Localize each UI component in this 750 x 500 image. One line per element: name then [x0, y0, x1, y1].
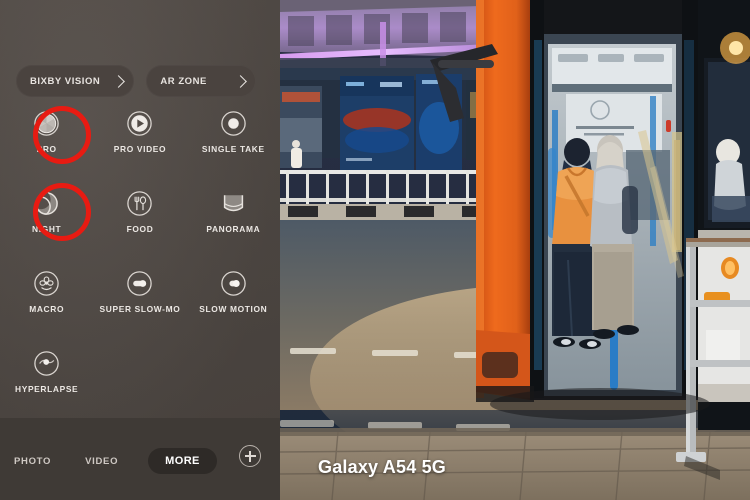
mode-panorama[interactable]: PANORAMA — [187, 190, 280, 248]
flower-circle-icon — [33, 270, 60, 297]
food-icon — [126, 190, 153, 217]
camera-modes-grid: PRO PRO VIDEO SINGLE TAKE NIGHT FOOD PAN… — [0, 110, 280, 408]
plus-icon[interactable] — [239, 445, 261, 467]
mode-night-label: NIGHT — [32, 224, 62, 234]
mode-food-label: FOOD — [126, 224, 154, 234]
sample-photo: Galaxy A54 5G — [280, 0, 750, 500]
camera-ui-panel: BIXBY VISION AR ZONE PRO PRO VIDEO SINGL… — [0, 0, 280, 500]
mode-macro[interactable]: MACRO — [0, 270, 93, 328]
photo-caption: Galaxy A54 5G — [318, 457, 447, 477]
mode-slow-motion[interactable]: SLOW MOTION — [187, 270, 280, 328]
screenshot-root: BIXBY VISION AR ZONE PRO PRO VIDEO SINGL… — [0, 0, 750, 500]
panorama-icon — [220, 190, 247, 217]
offset-dot-circle-icon — [220, 270, 247, 297]
tab-photo[interactable]: PHOTO — [14, 456, 51, 467]
mode-single-take-label: SINGLE TAKE — [201, 144, 265, 154]
mode-pro[interactable]: PRO — [0, 110, 93, 168]
quick-actions-row: BIXBY VISION AR ZONE — [16, 65, 257, 97]
mode-panorama-label: PANORAMA — [206, 224, 261, 234]
mode-hyperlapse-label: HYPERLAPSE — [15, 384, 79, 394]
half-fill-circle-icon — [126, 270, 153, 297]
play-circle-icon — [126, 110, 153, 137]
aperture-icon — [33, 110, 60, 137]
bixby-vision-label: BIXBY VISION — [30, 75, 101, 87]
mode-night[interactable]: NIGHT — [0, 190, 93, 248]
dot-circle-icon — [220, 110, 247, 137]
mode-super-slow-mo[interactable]: SUPER SLOW-MO — [93, 270, 186, 328]
mode-hyperlapse[interactable]: HYPERLAPSE — [0, 350, 93, 408]
ar-zone-button[interactable]: AR ZONE — [146, 65, 257, 97]
mode-pro-video-label: PRO VIDEO — [113, 144, 167, 154]
camera-mode-tabs: PHOTO VIDEO MORE — [0, 448, 280, 474]
mode-pro-label: PRO — [36, 144, 57, 154]
photo-illustration — [280, 0, 750, 500]
chevron-right-icon — [234, 74, 248, 88]
tab-more[interactable]: MORE — [148, 448, 217, 474]
mode-super-slow-mo-label: SUPER SLOW-MO — [99, 304, 181, 314]
tab-video[interactable]: VIDEO — [85, 456, 118, 467]
mode-single-take[interactable]: SINGLE TAKE — [187, 110, 280, 168]
mode-food[interactable]: FOOD — [93, 190, 186, 248]
camera-mode-bar: PHOTO VIDEO MORE — [0, 418, 280, 500]
hyperlapse-icon — [33, 350, 60, 377]
moon-icon — [33, 190, 60, 217]
mode-pro-video[interactable]: PRO VIDEO — [93, 110, 186, 168]
mode-slow-motion-label: SLOW MOTION — [199, 304, 268, 314]
chevron-right-icon — [112, 74, 126, 88]
bixby-vision-button[interactable]: BIXBY VISION — [16, 65, 135, 97]
mode-macro-label: MACRO — [29, 304, 65, 314]
ar-zone-label: AR ZONE — [160, 75, 207, 87]
